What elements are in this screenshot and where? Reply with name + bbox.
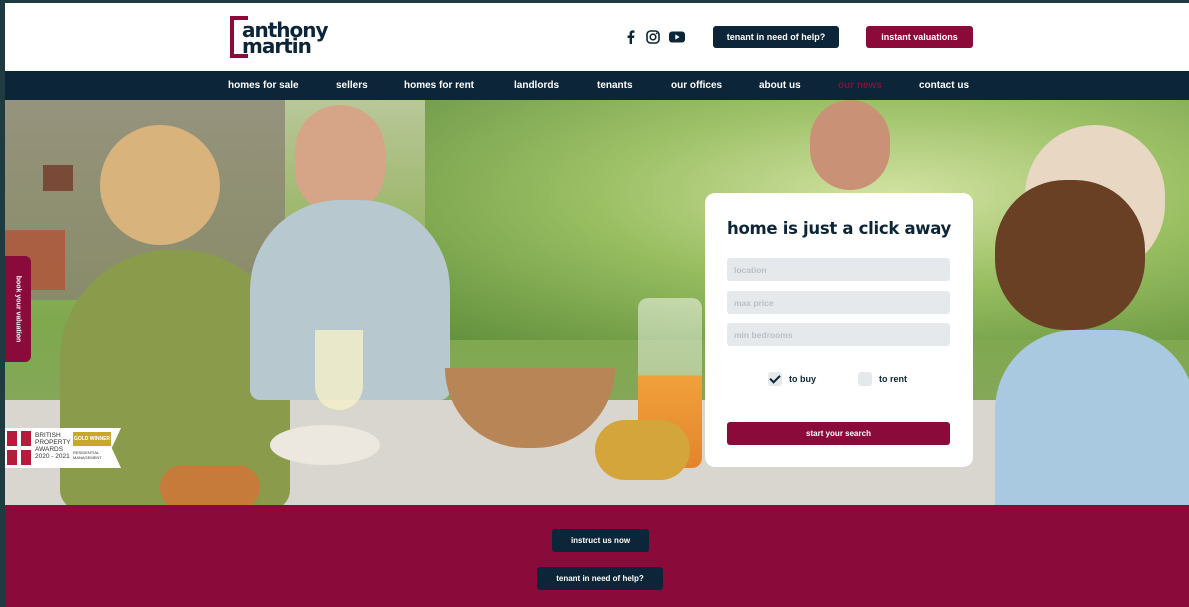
nav-homes-for-sale[interactable]: homes for sale	[228, 71, 299, 100]
start-search-button[interactable]: start your search	[727, 422, 950, 445]
instruct-us-button[interactable]: instruct us now	[552, 529, 649, 552]
bread	[160, 465, 260, 505]
nav-our-news[interactable]: our news	[838, 71, 882, 100]
window	[43, 165, 73, 191]
search-title: home is just a click away	[727, 219, 952, 238]
apples	[595, 420, 690, 480]
to-buy-checkbox[interactable]: to buy	[768, 372, 816, 386]
nav-contact-us[interactable]: contact us	[919, 71, 969, 100]
instant-valuations-button[interactable]: instant valuations	[866, 26, 973, 48]
wine-glass	[315, 330, 363, 410]
nav-about-us[interactable]: about us	[759, 71, 801, 100]
checkbox-checked-icon[interactable]	[768, 372, 782, 386]
union-flag-icon	[7, 431, 31, 465]
search-card: home is just a click away to buy to rent…	[705, 193, 973, 467]
youtube-icon[interactable]	[668, 29, 686, 45]
hero-image: book your valuation BRITISH PROPERTY AWA…	[5, 100, 1189, 505]
award-title: BRITISH PROPERTY AWARDS 2020 - 2021	[35, 432, 71, 460]
book-valuation-label: book your valuation	[14, 275, 22, 343]
page: anthony martin tenant in need of help? i…	[5, 3, 1189, 607]
man-head	[295, 105, 385, 215]
award-badge: BRITISH PROPERTY AWARDS 2020 - 2021 GOLD…	[5, 428, 121, 468]
min-bedrooms-input[interactable]	[727, 323, 950, 346]
award-category: RESIDENTIAL MANAGEMENT	[73, 450, 102, 460]
boy-head	[995, 180, 1145, 330]
nav-tenants[interactable]: tenants	[597, 71, 633, 100]
logo[interactable]: anthony martin	[230, 14, 330, 60]
woman-head	[100, 125, 220, 245]
to-rent-label: to rent	[879, 374, 907, 384]
facebook-icon[interactable]	[623, 29, 639, 45]
cta-band: instruct us now tenant in need of help?	[5, 505, 1189, 607]
nav-sellers[interactable]: sellers	[336, 71, 368, 100]
to-buy-label: to buy	[789, 374, 816, 384]
tenant-help-button[interactable]: tenant in need of help?	[713, 26, 839, 48]
book-valuation-tab[interactable]: book your valuation	[5, 256, 31, 362]
plate	[270, 425, 380, 465]
max-price-input[interactable]	[727, 291, 950, 314]
older-man-head	[810, 100, 890, 190]
nav-our-offices[interactable]: our offices	[671, 71, 722, 100]
site-header: anthony martin tenant in need of help? i…	[5, 3, 1189, 71]
nav-homes-for-rent[interactable]: homes for rent	[404, 71, 474, 100]
main-nav: homes for sale sellers homes for rent la…	[5, 71, 1189, 100]
logo-text-line2: martin	[242, 34, 312, 58]
checkbox-unchecked-icon[interactable]	[858, 372, 872, 386]
to-rent-checkbox[interactable]: to rent	[858, 372, 907, 386]
location-input[interactable]	[727, 258, 950, 281]
nav-landlords[interactable]: landlords	[514, 71, 559, 100]
instagram-icon[interactable]	[645, 29, 661, 45]
boy-shirt	[995, 330, 1189, 505]
award-gold-badge: GOLD WINNER	[73, 432, 111, 446]
tenant-help-band-button[interactable]: tenant in need of help?	[537, 567, 663, 590]
